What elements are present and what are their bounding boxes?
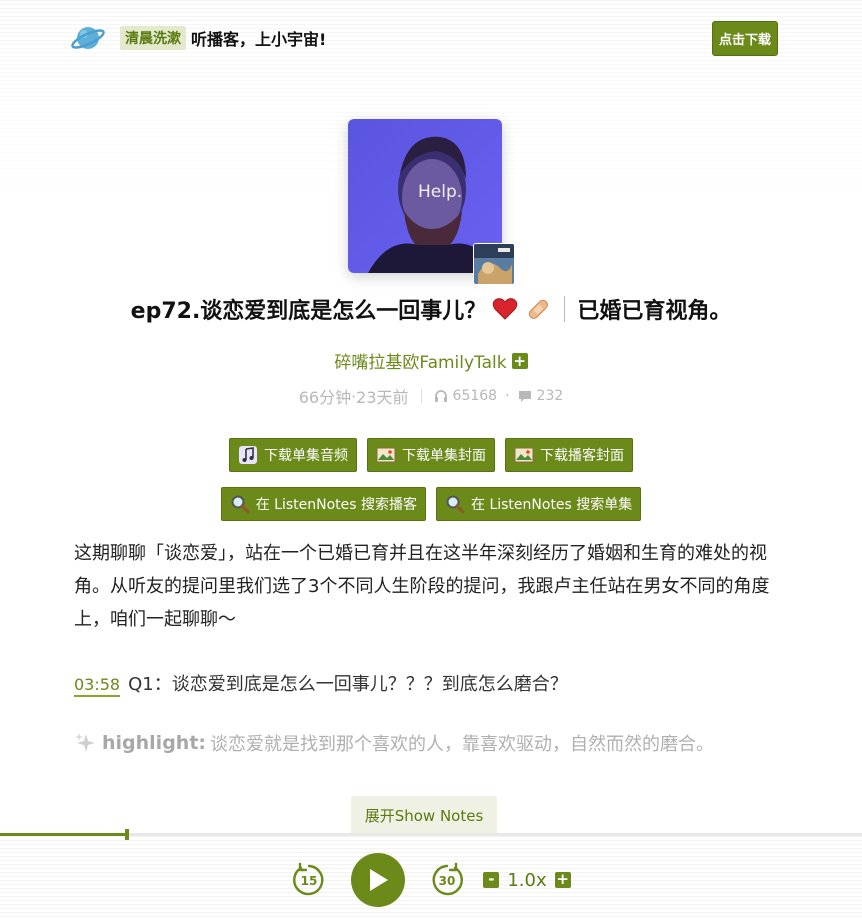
chapter-timestamp[interactable]: 03:58	[74, 675, 121, 697]
progress-handle[interactable]	[124, 829, 129, 840]
magnifier-icon	[230, 494, 250, 514]
search-podcast-listennotes-button[interactable]: 在 ListenNotes 搜索播客	[220, 487, 426, 521]
play-count: 65168	[452, 388, 498, 404]
sparkles-icon	[75, 733, 95, 752]
episode-title-text: ep72.谈恋爱到底是怎么一回事儿？	[130, 299, 487, 324]
highlight-label: highlight:	[102, 732, 206, 754]
episode-meta: 66分钟 · 23天前 65168 · 232	[0, 384, 862, 408]
play-icon	[370, 869, 389, 891]
podcast-thumbnail[interactable]	[473, 243, 515, 285]
meta-sep-dot: ·	[505, 388, 510, 404]
comment-icon	[518, 391, 531, 402]
forward-seconds: 30	[439, 874, 456, 888]
download-podcast-cover-label: 下载播客封面	[540, 448, 624, 464]
forward-30-icon[interactable]: 30	[429, 862, 465, 898]
scene-tag: 清晨洗漱	[120, 26, 186, 50]
headphones-icon	[434, 390, 447, 402]
planet-icon[interactable]	[70, 20, 106, 56]
top-bar: 清晨洗漱 听播客，上小宇宙! 点击下载	[70, 20, 778, 56]
meta-divider	[420, 389, 422, 403]
picture-icon	[376, 445, 396, 465]
player-controls: 15 30 - 1.0x +	[0, 852, 862, 908]
episode-title: ep72.谈恋爱到底是怎么一回事儿？ 已婚已育视角。	[0, 293, 862, 325]
play-button[interactable]	[351, 853, 406, 907]
subscribe-plus-icon[interactable]: +	[511, 352, 528, 369]
heart-icon	[493, 298, 518, 320]
magnifier-icon	[445, 494, 465, 514]
show-notes-description: 这期聊聊「谈恋爱」，站在一个已婚已育并且在这半年深刻经历了婚姻和生育的难处的视角…	[74, 543, 770, 630]
music-note-icon	[238, 445, 258, 465]
speed-increase-button[interactable]: +	[554, 872, 571, 888]
bandage-icon	[529, 299, 549, 319]
duration: 66分钟	[298, 388, 352, 407]
episode-title-suffix: 已婚已育视角。	[577, 299, 732, 324]
podcast-link[interactable]: 碎嘴拉基欧FamilyTalk +	[0, 348, 862, 373]
publish-time: 23天前	[356, 388, 409, 407]
download-episode-cover-button[interactable]: 下载单集封面	[367, 438, 495, 472]
picture-icon	[514, 445, 534, 465]
chapter-item: 03:58 Q1：谈恋爱到底是怎么一回事儿？？？到底怎么磨合？	[74, 670, 788, 697]
speed-value: 1.0x	[507, 869, 547, 891]
expand-show-notes-button[interactable]: 展开Show Notes	[351, 796, 497, 834]
download-app-button[interactable]: 点击下载	[711, 20, 778, 56]
rewind-15-icon[interactable]: 15	[291, 862, 327, 898]
rewind-seconds: 15	[301, 874, 318, 888]
download-podcast-cover-button[interactable]: 下载播客封面	[505, 438, 633, 472]
slogan: 听播客，上小宇宙!	[191, 30, 327, 49]
download-audio-label: 下载单集音频	[264, 448, 348, 464]
highlight-text: 谈恋爱就是找到那个喜欢的人，靠喜欢驱动，自然而然的磨合。	[210, 734, 714, 755]
chapter-title: Q1：谈恋爱到底是怎么一回事儿？？？到底怎么磨合？	[128, 674, 568, 695]
search-episode-label: 在 ListenNotes 搜索单集	[471, 497, 633, 513]
download-episode-cover-label: 下载单集封面	[402, 448, 486, 464]
download-actions: 下载单集音频 下载单集封面 下载播客封面	[0, 438, 862, 472]
progress-fill	[0, 833, 127, 836]
title-separator	[564, 296, 566, 322]
speed-control: - 1.0x +	[483, 869, 571, 891]
progress-bar[interactable]	[0, 829, 862, 840]
speed-decrease-button[interactable]: -	[483, 872, 500, 888]
highlight-line: highlight: 谈恋爱就是找到那个喜欢的人，靠喜欢驱动，自然而然的磨合。	[74, 730, 788, 756]
comment-count: 232	[536, 388, 564, 404]
search-podcast-label: 在 ListenNotes 搜索播客	[255, 497, 417, 513]
search-actions: 在 ListenNotes 搜索播客 在 ListenNotes 搜索单集	[0, 487, 862, 521]
search-episode-listennotes-button[interactable]: 在 ListenNotes 搜索单集	[436, 487, 642, 521]
cover-forehead-text: Help.	[418, 182, 462, 202]
download-audio-button[interactable]: 下载单集音频	[229, 438, 357, 472]
podcast-name[interactable]: 碎嘴拉基欧FamilyTalk	[334, 348, 506, 373]
